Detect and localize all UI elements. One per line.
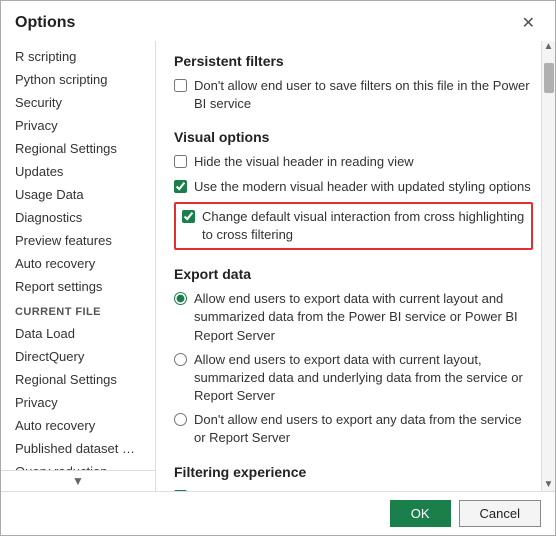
option-label-visual-options-0: Hide the visual header in reading view — [194, 153, 414, 171]
option-row-visual-options-1: Use the modern visual header with update… — [174, 178, 533, 196]
option-input-export-data-0[interactable] — [174, 292, 187, 305]
cancel-button[interactable]: Cancel — [459, 500, 541, 527]
option-label-export-data-1: Allow end users to export data with curr… — [194, 351, 533, 406]
sidebar-item-current-5[interactable]: Published dataset set... — [1, 437, 155, 460]
dialog-body: R scriptingPython scriptingSecurityPriva… — [1, 41, 555, 491]
sidebar: R scriptingPython scriptingSecurityPriva… — [1, 41, 156, 491]
dialog-footer: OK Cancel — [1, 491, 555, 535]
option-input-persistent-filters-0[interactable] — [174, 79, 187, 92]
option-input-export-data-2[interactable] — [174, 413, 187, 426]
sidebar-item-current-4[interactable]: Auto recovery — [1, 414, 155, 437]
sidebar-item-global-5[interactable]: Updates — [1, 160, 155, 183]
main-content: Persistent filters Don't allow end user t… — [156, 41, 555, 491]
sidebar-item-global-0[interactable]: R scripting — [1, 45, 155, 68]
section-title-export-data: Export data — [174, 266, 533, 282]
option-input-visual-options-1[interactable] — [174, 180, 187, 193]
sidebar-item-current-0[interactable]: Data Load — [1, 322, 155, 345]
section-visual-options: Visual options Hide the visual header in … — [174, 129, 533, 250]
main-scroll-area[interactable]: Persistent filters Don't allow end user t… — [156, 41, 555, 491]
option-input-export-data-1[interactable] — [174, 353, 187, 366]
sidebar-item-global-8[interactable]: Preview features — [1, 229, 155, 252]
option-label-export-data-2: Don't allow end users to export any data… — [194, 411, 533, 447]
section-title-filtering-experience: Filtering experience — [174, 464, 533, 480]
option-row-export-data-2: Don't allow end users to export any data… — [174, 411, 533, 447]
sidebar-item-current-1[interactable]: DirectQuery — [1, 345, 155, 368]
option-row-persistent-filters-0: Don't allow end user to save filters on … — [174, 77, 533, 113]
sidebar-item-global-7[interactable]: Diagnostics — [1, 206, 155, 229]
option-row-visual-options-0: Hide the visual header in reading view — [174, 153, 533, 171]
section-title-visual-options: Visual options — [174, 129, 533, 145]
scroll-thumb — [544, 63, 554, 93]
section-filtering-experience: Filtering experience Allow users to chang… — [174, 464, 533, 491]
option-row-export-data-0: Allow end users to export data with curr… — [174, 290, 533, 345]
option-label-export-data-0: Allow end users to export data with curr… — [194, 290, 533, 345]
sidebar-item-current-3[interactable]: Privacy — [1, 391, 155, 414]
option-label-persistent-filters-0: Don't allow end user to save filters on … — [194, 77, 533, 113]
option-row-export-data-1: Allow end users to export data with curr… — [174, 351, 533, 406]
highlighted-option-row: Change default visual interaction from c… — [174, 202, 533, 250]
sidebar-scroll-down-button[interactable]: ▼ — [1, 470, 155, 491]
sidebar-item-global-3[interactable]: Privacy — [1, 114, 155, 137]
option-checkbox-highlighted[interactable] — [182, 210, 195, 223]
scroll-track — [542, 53, 555, 479]
option-row-filtering-experience-0: Allow users to change filter types — [174, 488, 533, 491]
sidebar-section-header: CURRENT FILE — [1, 298, 155, 322]
sidebar-item-current-6[interactable]: Query reduction — [1, 460, 155, 470]
option-input-filtering-experience-0[interactable] — [174, 490, 187, 491]
main-scrollbar[interactable]: ▲ ▼ — [541, 41, 555, 491]
option-input-visual-options-0[interactable] — [174, 155, 187, 168]
section-title-persistent-filters: Persistent filters — [174, 53, 533, 69]
sidebar-item-global-10[interactable]: Report settings — [1, 275, 155, 298]
scroll-up-arrow[interactable]: ▲ — [540, 41, 555, 53]
title-bar: Options ✕ — [1, 1, 555, 41]
option-label-visual-options-1: Use the modern visual header with update… — [194, 178, 531, 196]
sidebar-item-global-1[interactable]: Python scripting — [1, 68, 155, 91]
option-label-filtering-experience-0: Allow users to change filter types — [194, 488, 384, 491]
sidebar-item-global-9[interactable]: Auto recovery — [1, 252, 155, 275]
sidebar-item-global-6[interactable]: Usage Data — [1, 183, 155, 206]
options-dialog: Options ✕ R scriptingPython scriptingSec… — [0, 0, 556, 536]
scroll-down-arrow[interactable]: ▼ — [540, 479, 555, 491]
sidebar-item-global-2[interactable]: Security — [1, 91, 155, 114]
ok-button[interactable]: OK — [390, 500, 451, 527]
close-button[interactable]: ✕ — [516, 11, 541, 35]
section-persistent-filters: Persistent filters Don't allow end user t… — [174, 53, 533, 113]
option-label-highlighted: Change default visual interaction from c… — [202, 208, 525, 244]
sidebar-item-global-4[interactable]: Regional Settings — [1, 137, 155, 160]
dialog-title: Options — [15, 14, 75, 32]
section-export-data: Export data Allow end users to export dat… — [174, 266, 533, 448]
sidebar-scroll-area[interactable]: R scriptingPython scriptingSecurityPriva… — [1, 41, 155, 470]
sidebar-item-current-2[interactable]: Regional Settings — [1, 368, 155, 391]
